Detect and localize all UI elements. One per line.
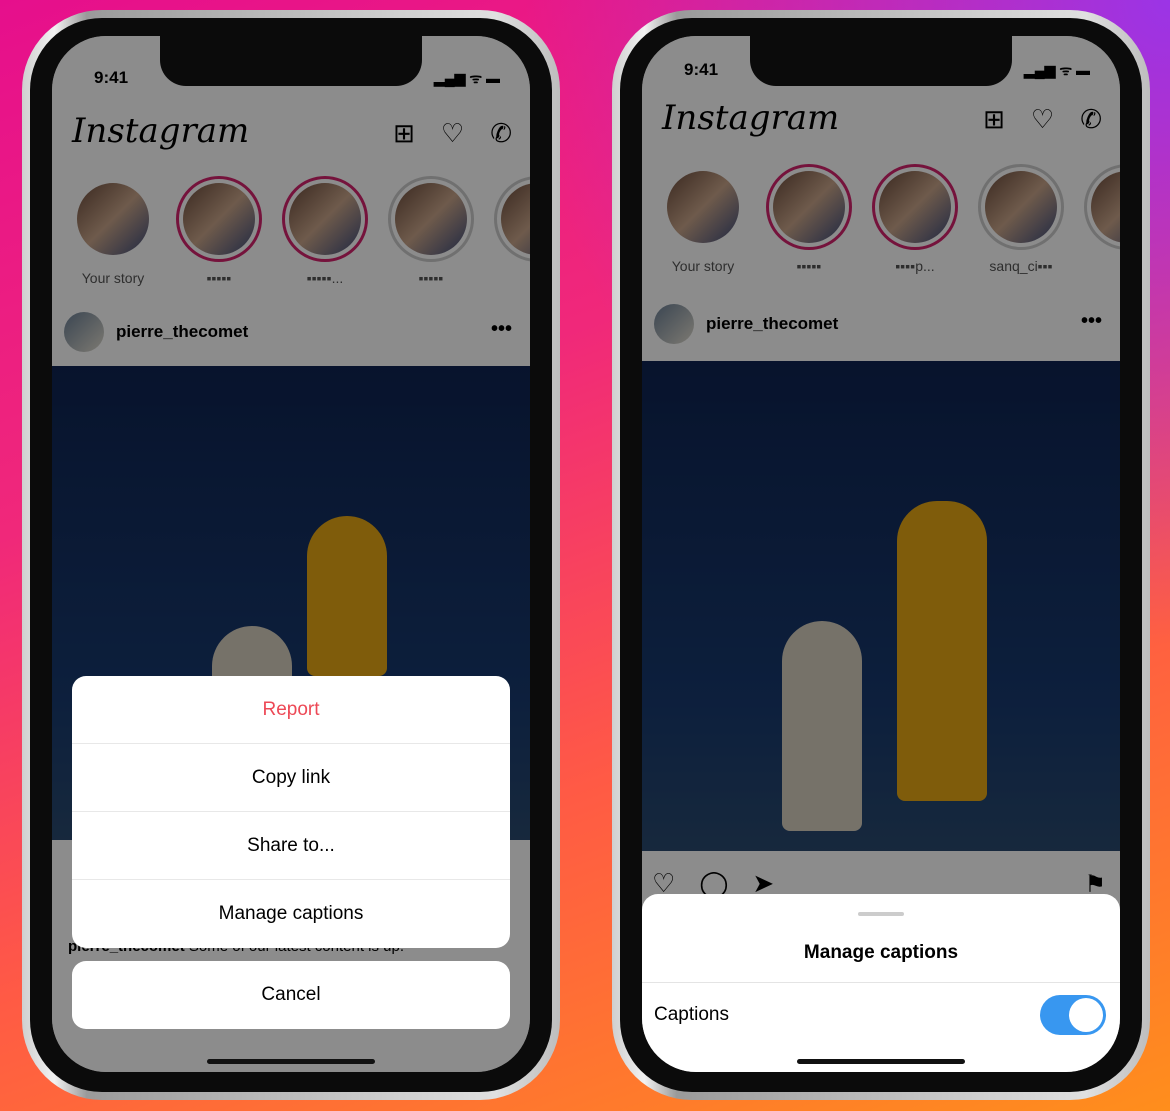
notch bbox=[160, 36, 422, 86]
manage-captions-sheet: Manage captions Captions bbox=[642, 894, 1120, 1072]
cancel-sheet: Cancel bbox=[72, 961, 510, 1029]
notch bbox=[750, 36, 1012, 86]
captions-toggle[interactable] bbox=[1040, 995, 1106, 1035]
action-sheet: Report Copy link Share to... Manage capt… bbox=[72, 676, 510, 948]
cancel-button[interactable]: Cancel bbox=[72, 961, 510, 1029]
home-indicator[interactable] bbox=[797, 1059, 965, 1064]
share-to-button[interactable]: Share to... bbox=[72, 812, 510, 880]
manage-captions-button[interactable]: Manage captions bbox=[72, 880, 510, 948]
captions-label: Captions bbox=[654, 1004, 729, 1025]
divider bbox=[642, 982, 1120, 983]
drag-handle[interactable] bbox=[858, 912, 904, 916]
phone-left: 9:41 ▂▄▆ ᯤ ▬ Instagram ⊞ ♡ ✆ Your story … bbox=[22, 10, 560, 1100]
copy-link-button[interactable]: Copy link bbox=[72, 744, 510, 812]
screen: 9:41 ▂▄▆ ᯤ ▬ Instagram ⊞ ♡ ✆ Your story … bbox=[642, 36, 1120, 1072]
phone-right: 9:41 ▂▄▆ ᯤ ▬ Instagram ⊞ ♡ ✆ Your story … bbox=[612, 10, 1150, 1100]
screen: 9:41 ▂▄▆ ᯤ ▬ Instagram ⊞ ♡ ✆ Your story … bbox=[52, 36, 530, 1072]
home-indicator[interactable] bbox=[207, 1059, 375, 1064]
report-button[interactable]: Report bbox=[72, 676, 510, 744]
sheet-title: Manage captions bbox=[803, 942, 959, 963]
